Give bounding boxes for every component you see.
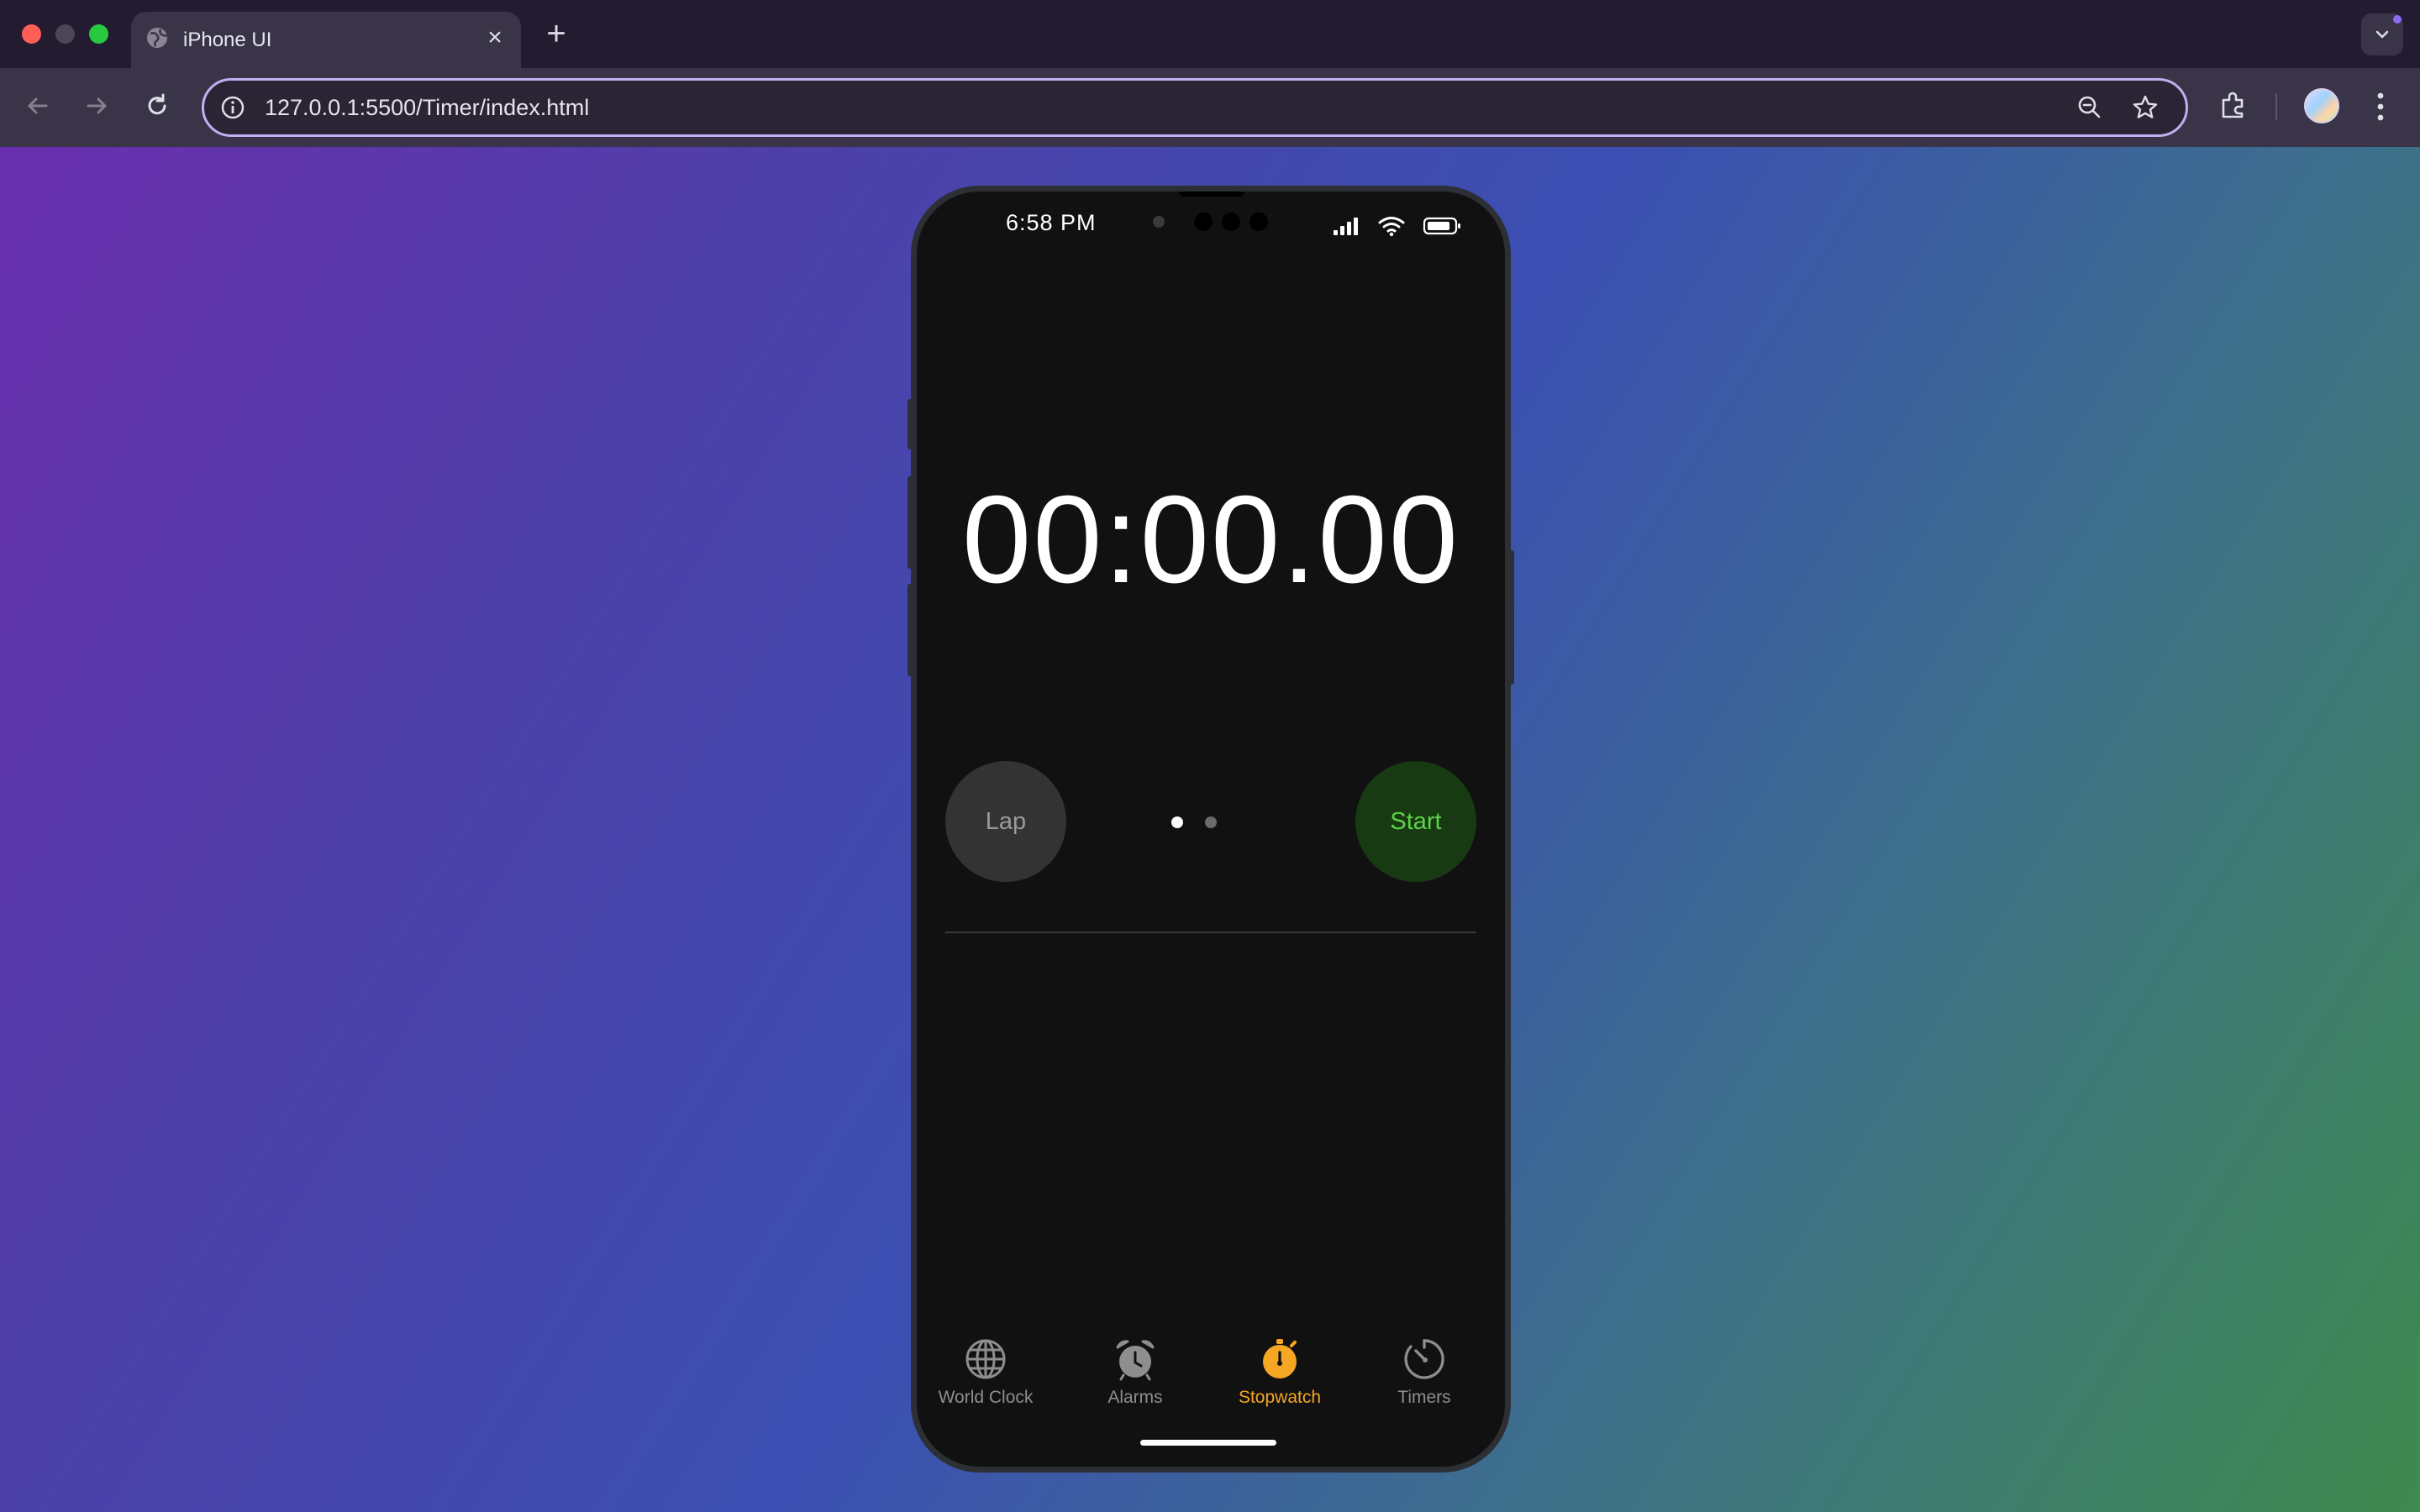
status-icons [1332,215,1475,240]
tab-label: Alarms [1107,1388,1163,1407]
camera-dot [1153,216,1165,228]
star-icon[interactable] [2130,92,2160,123]
status-time: 6:58 PM [1006,210,1097,235]
maximize-window-button[interactable] [89,24,108,44]
browser-tab[interactable]: iPhone UI × [131,12,521,68]
back-icon [28,97,48,114]
stopwatch-display: 00:00.00 [961,470,1460,609]
zoom-out-icon[interactable] [2075,92,2105,123]
wifi-icon [1378,217,1405,237]
chevron-down-icon [2375,30,2389,39]
info-icon[interactable] [219,94,246,121]
forward-button[interactable] [77,87,116,125]
tab-title: iPhone UI [183,29,272,51]
island-dot [1194,213,1213,231]
globe-icon [147,28,168,48]
lap-button[interactable]: Lap [945,761,1066,882]
browser-toolbar: 127.0.0.1:5500/Timer/index.html [0,68,2420,147]
browser-tab-strip: iPhone UI × + [0,0,2420,68]
tab-stopwatch[interactable]: Stopwatch [1221,1337,1339,1421]
battery-icon [1423,217,1460,235]
tab-alarms[interactable]: Alarms [1076,1337,1194,1421]
page-background: 6:58 PM 00:00.00 Lap Start World Clock A… [0,147,2420,1512]
profile-avatar[interactable] [2304,88,2339,123]
page-indicator-dot[interactable] [1205,816,1217,828]
globe-icon [965,1339,1006,1379]
island-dot [1249,213,1268,231]
tab-label: World Clock [938,1388,1034,1407]
speaker-grille [1179,192,1244,197]
tab-search-button[interactable] [2361,13,2403,55]
home-indicator[interactable] [1140,1440,1276,1446]
alarm-clock-icon [1116,1340,1155,1381]
tab-label: Stopwatch [1238,1388,1322,1407]
forward-icon [87,97,107,114]
notification-dot [2393,15,2402,24]
new-tab-button[interactable]: + [539,15,573,52]
phone-frame: 6:58 PM 00:00.00 Lap Start World Clock A… [911,186,1511,1473]
start-button[interactable]: Start [1355,761,1476,882]
island-dot [1222,213,1240,231]
tab-world-clock[interactable]: World Clock [927,1337,1044,1421]
extensions-icon[interactable] [2217,88,2250,122]
laps-divider [945,932,1476,933]
minimize-window-button[interactable] [55,24,75,44]
toolbar-divider [2275,93,2277,120]
back-button[interactable] [18,87,57,125]
start-button-label: Start [1390,808,1442,835]
kebab-menu-icon[interactable] [2368,88,2393,125]
timer-icon [1404,1339,1444,1379]
cellular-signal-icon [1334,218,1358,235]
address-bar[interactable]: 127.0.0.1:5500/Timer/index.html [202,78,2188,137]
tab-close-button[interactable]: × [481,24,509,52]
stopwatch-icon [1263,1339,1297,1378]
tab-label: Timers [1397,1388,1451,1407]
reload-button[interactable] [138,87,176,125]
reload-icon [148,93,166,115]
close-window-button[interactable] [22,24,41,44]
url-text[interactable]: 127.0.0.1:5500/Timer/index.html [265,95,589,121]
clock-tab-bar: World Clock Alarms Stopwatch Timers [917,1337,1505,1421]
tab-timers[interactable]: Timers [1365,1337,1483,1421]
page-indicator-dot-active[interactable] [1171,816,1183,828]
lap-button-label: Lap [985,808,1027,835]
